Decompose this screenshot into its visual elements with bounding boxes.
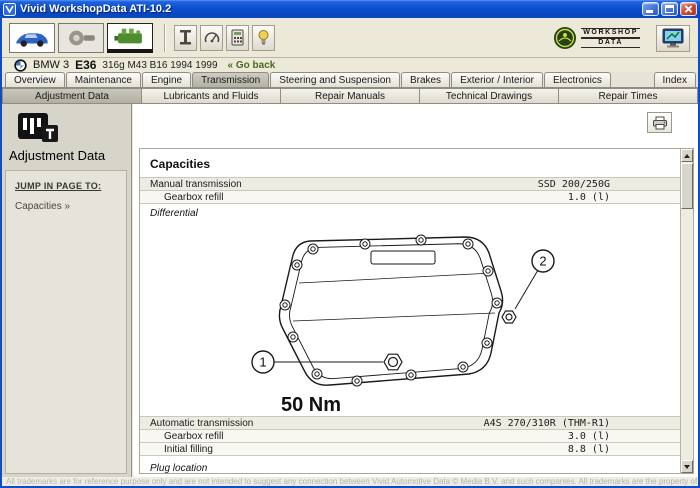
calculator-icon: [231, 29, 244, 46]
vehicle-tab[interactable]: [9, 23, 55, 53]
scrollbar-thumb[interactable]: [681, 163, 693, 209]
adjustment-data-icon: [16, 112, 60, 149]
vehicle-bar: BMW 3 E36 316g M43 B16 1994 1999 « Go ba…: [2, 58, 698, 72]
equipment-button[interactable]: [174, 25, 197, 51]
toolbar: WORKSHOP DATA: [2, 18, 698, 58]
go-back-link[interactable]: « Go back: [228, 60, 276, 71]
toolbar-separator: [164, 24, 166, 52]
print-button[interactable]: [647, 112, 672, 133]
scroll-up-button[interactable]: [681, 149, 693, 162]
calculator-button[interactable]: [226, 25, 249, 51]
data-pane: Capacities Manual transmission SSD 200/2…: [139, 148, 694, 474]
table-row: Manual transmission SSD 200/250G: [140, 177, 680, 191]
help-button[interactable]: [252, 25, 275, 51]
printer-icon: [652, 116, 668, 130]
tab-overview[interactable]: Overview: [5, 72, 65, 87]
main-area: Adjustment Data JUMP IN PAGE TO: Capacit…: [2, 104, 698, 478]
tab-electronics[interactable]: Electronics: [544, 72, 611, 87]
tab-technical-drawings[interactable]: Technical Drawings: [419, 88, 559, 104]
plug-location-note: Plug location: [150, 463, 680, 473]
vehicle-details: 316g M43 B16 1994 1999: [102, 60, 217, 71]
logo-line-1: WORKSHOP: [581, 28, 640, 38]
arrow-down-icon: [684, 465, 690, 469]
pane-body: Capacities Manual transmission SSD 200/2…: [140, 149, 680, 473]
differential-note: Differential: [150, 208, 680, 219]
row-label: Automatic transmission: [140, 418, 253, 429]
content-area: Capacities Manual transmission SSD 200/2…: [133, 104, 698, 478]
window-title: Vivid WorkshopData ATI-10.2: [20, 3, 640, 15]
scroll-down-button[interactable]: [681, 460, 693, 473]
computer-icon: [661, 28, 685, 49]
gauge-button[interactable]: [200, 25, 223, 51]
row-value: 3.0 (l): [568, 431, 680, 442]
workshopdata-logo: WORKSHOP DATA: [553, 26, 640, 50]
maximize-button[interactable]: [661, 2, 678, 16]
minimize-button[interactable]: [642, 2, 659, 16]
logo-line-2: DATA: [581, 38, 640, 48]
e-services-button[interactable]: [656, 25, 690, 52]
close-button[interactable]: [680, 2, 697, 16]
engine-icon: [113, 25, 147, 47]
tab-repair-manuals[interactable]: Repair Manuals: [280, 88, 420, 104]
footer-disclaimer: All trademarks are for reference purpose…: [2, 477, 698, 486]
tab-repair-times[interactable]: Repair Times: [558, 88, 698, 104]
primary-tab-row: Overview Maintenance Engine Transmission…: [2, 72, 698, 88]
vertical-scrollbar[interactable]: [680, 149, 693, 473]
bmw-roundel-icon: [14, 59, 27, 72]
tab-brakes[interactable]: Brakes: [401, 72, 450, 87]
arrow-up-icon: [684, 154, 690, 158]
transmission-diagram: 1 2 50 Nm: [225, 221, 680, 417]
tab-exterior-interior[interactable]: Exterior / Interior: [451, 72, 543, 87]
row-label: Gearbox refill: [140, 192, 223, 203]
table-row: Gearbox refill 3.0 (l): [140, 429, 680, 443]
tab-steering-suspension[interactable]: Steering and Suspension: [270, 72, 400, 87]
table-row: Initial filling 8.8 (l): [140, 442, 680, 456]
callout-2-label: 2: [539, 254, 546, 269]
tab-maintenance[interactable]: Maintenance: [66, 72, 141, 87]
row-value: 8.8 (l): [568, 444, 680, 455]
vivid-badge-icon: [553, 26, 577, 50]
jump-link-capacities[interactable]: Capacities »: [15, 201, 117, 212]
row-label: Initial filling: [140, 444, 213, 455]
app-icon: [3, 3, 16, 16]
tab-index[interactable]: Index: [654, 72, 696, 87]
section-title: Capacities: [150, 157, 680, 171]
callout-1-label: 1: [259, 355, 266, 370]
table-row: Gearbox refill 1.0 (l): [140, 190, 680, 204]
gauge-icon: [204, 30, 220, 46]
engine-tab[interactable]: [107, 23, 153, 53]
vehicle-make-model: BMW 3: [33, 59, 69, 71]
sidebar: Adjustment Data JUMP IN PAGE TO: Capacit…: [2, 104, 132, 478]
jump-panel: JUMP IN PAGE TO: Capacities »: [5, 170, 127, 474]
tab-lubricants-fluids[interactable]: Lubricants and Fluids: [141, 88, 281, 104]
jump-in-page-heading: JUMP IN PAGE TO:: [15, 181, 117, 191]
bulb-icon: [257, 29, 270, 46]
tab-adjustment-data[interactable]: Adjustment Data: [2, 88, 142, 104]
row-label: Gearbox refill: [140, 431, 223, 442]
lift-icon: [178, 29, 193, 46]
tab-transmission[interactable]: Transmission: [192, 72, 269, 87]
torque-label: 50 Nm: [281, 394, 341, 416]
title-bar: Vivid WorkshopData ATI-10.2: [0, 0, 700, 18]
tab-engine[interactable]: Engine: [142, 72, 191, 87]
row-value: 1.0 (l): [568, 192, 680, 203]
row-value: A4S 270/310R (THM-R1): [484, 418, 680, 429]
secondary-tab-row: Adjustment Data Lubricants and Fluids Re…: [2, 88, 698, 104]
parts-tab[interactable]: [58, 23, 104, 53]
sidebar-title: Adjustment Data: [9, 148, 105, 163]
parts-icon: [64, 27, 98, 49]
row-value: SSD 200/250G: [538, 179, 680, 190]
row-label: Manual transmission: [140, 179, 242, 190]
vehicle-chassis: E36: [75, 58, 96, 72]
car-icon: [13, 27, 51, 49]
table-row: Automatic transmission A4S 270/310R (THM…: [140, 416, 680, 430]
